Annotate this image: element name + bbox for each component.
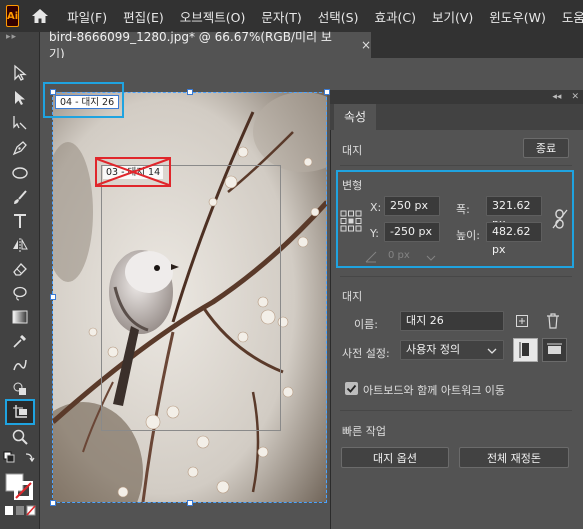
- y-label: Y:: [370, 227, 379, 240]
- width-input[interactable]: 321.62 px: [486, 196, 542, 230]
- preset-value: 사용자 정의: [406, 343, 461, 356]
- menu-select[interactable]: 선택(S): [310, 7, 367, 26]
- blend-tool-icon[interactable]: [7, 354, 33, 376]
- pen-tool-icon[interactable]: [7, 137, 33, 159]
- move-artwork-checkbox[interactable]: [345, 382, 358, 395]
- divider: [340, 410, 572, 411]
- resize-handle-top[interactable]: [187, 89, 193, 95]
- type-tool-icon[interactable]: [7, 210, 33, 232]
- artboard-section-title: 대지: [342, 290, 363, 303]
- artboard-tool-icon[interactable]: [5, 399, 35, 425]
- eyedropper-tool-icon[interactable]: [7, 330, 33, 352]
- lasso-tool-icon[interactable]: [7, 282, 33, 304]
- document-tab-bar: bird-8666099_1280.jpg* @ 66.67%(RGB/미리 보…: [41, 30, 583, 61]
- eraser-tool-icon[interactable]: [7, 258, 33, 280]
- tools-panel: ▸▸: [0, 32, 40, 529]
- panel-collapse-icon[interactable]: ◂◂: [552, 92, 561, 102]
- quick-actions-title: 빠른 작업: [342, 425, 386, 438]
- document-title: bird-8666099_1280.jpg* @ 66.67%(RGB/미리 보…: [49, 30, 332, 61]
- reflect-tool-icon[interactable]: [7, 234, 33, 256]
- preset-label: 사전 설정:: [342, 347, 390, 360]
- menu-effect[interactable]: 효과(C): [366, 7, 423, 26]
- reference-point-icon[interactable]: [340, 210, 362, 232]
- portrait-orientation-icon[interactable]: [513, 338, 538, 362]
- direct-selection-tool-icon[interactable]: [7, 87, 33, 109]
- resize-handle-left[interactable]: [50, 294, 56, 300]
- color-mode-icons[interactable]: [4, 504, 36, 518]
- y-input[interactable]: -250 px: [384, 222, 440, 242]
- rotate-angle-field: 0 px: [364, 249, 440, 265]
- menu-type[interactable]: 문자(T): [253, 7, 309, 26]
- x-label: X:: [370, 201, 382, 214]
- artboard-name-input[interactable]: 대지 26: [400, 311, 504, 331]
- resize-handle-bottom[interactable]: [187, 500, 193, 506]
- app-logo: Ai: [6, 5, 20, 27]
- artboard-14-outline[interactable]: [101, 165, 281, 431]
- menu-edit[interactable]: 편집(E): [115, 7, 172, 26]
- divider: [340, 276, 572, 277]
- width-label: 폭:: [456, 203, 470, 216]
- rearrange-all-button[interactable]: 전체 재정돈: [459, 447, 569, 468]
- zoom-tool-icon[interactable]: [7, 426, 33, 448]
- artboard-name-label-deleted[interactable]: 03 - 대지 14: [95, 157, 171, 187]
- height-input[interactable]: 482.62 px: [486, 222, 542, 256]
- menu-window[interactable]: 윈도우(W): [481, 7, 554, 26]
- done-button[interactable]: 종료: [523, 138, 569, 158]
- constrain-proportions-icon[interactable]: [552, 208, 568, 230]
- menu-object[interactable]: 오브젝트(O): [172, 7, 254, 26]
- shape-builder-tool-icon[interactable]: [7, 378, 33, 400]
- transform-title: 변형: [342, 179, 363, 192]
- panel-tabs: 속성: [330, 104, 583, 130]
- toolbar-grip[interactable]: ▸▸: [0, 32, 39, 42]
- angle-value: 0 px: [388, 250, 410, 261]
- delete-artboard-icon[interactable]: [546, 313, 560, 329]
- artboard-options-button[interactable]: 대지 옵션: [341, 447, 449, 468]
- default-colors-icon[interactable]: [2, 448, 38, 470]
- tab-properties[interactable]: 속성: [334, 104, 377, 130]
- panel-section-label: 대지: [342, 144, 363, 157]
- new-artboard-icon[interactable]: [515, 314, 529, 328]
- resize-handle-bl[interactable]: [50, 500, 56, 506]
- home-icon[interactable]: [31, 0, 49, 32]
- selection-tool-icon[interactable]: [7, 62, 33, 84]
- name-label: 이름:: [354, 318, 378, 331]
- landscape-orientation-icon[interactable]: [542, 338, 567, 362]
- move-artwork-label: 아트보드와 함께 아트워크 이동: [363, 384, 506, 397]
- gradient-tool-icon[interactable]: [7, 306, 33, 328]
- chevron-down-icon: [487, 348, 497, 354]
- highlight-frame-blue: [43, 82, 124, 118]
- fill-stroke-swatch[interactable]: [4, 472, 36, 500]
- paintbrush-tool-icon[interactable]: [7, 187, 33, 209]
- group-selection-tool-icon[interactable]: [7, 112, 33, 134]
- document-tab[interactable]: bird-8666099_1280.jpg* @ 66.67%(RGB/미리 보…: [41, 30, 371, 61]
- panel-header: ◂◂ ✕: [330, 90, 583, 104]
- ellipse-tool-icon[interactable]: [7, 162, 33, 184]
- x-input[interactable]: 250 px: [384, 196, 440, 216]
- preset-select[interactable]: 사용자 정의: [400, 340, 504, 360]
- divider: [340, 165, 572, 166]
- panel-close-icon[interactable]: ✕: [571, 92, 579, 102]
- height-label: 높이:: [456, 229, 480, 242]
- menu-view[interactable]: 보기(V): [424, 7, 481, 26]
- menu-file[interactable]: 파일(F): [59, 7, 115, 26]
- close-tab-icon[interactable]: ×: [361, 38, 371, 52]
- menu-help[interactable]: 도움: [554, 7, 583, 26]
- strike-x-icon: [96, 158, 170, 186]
